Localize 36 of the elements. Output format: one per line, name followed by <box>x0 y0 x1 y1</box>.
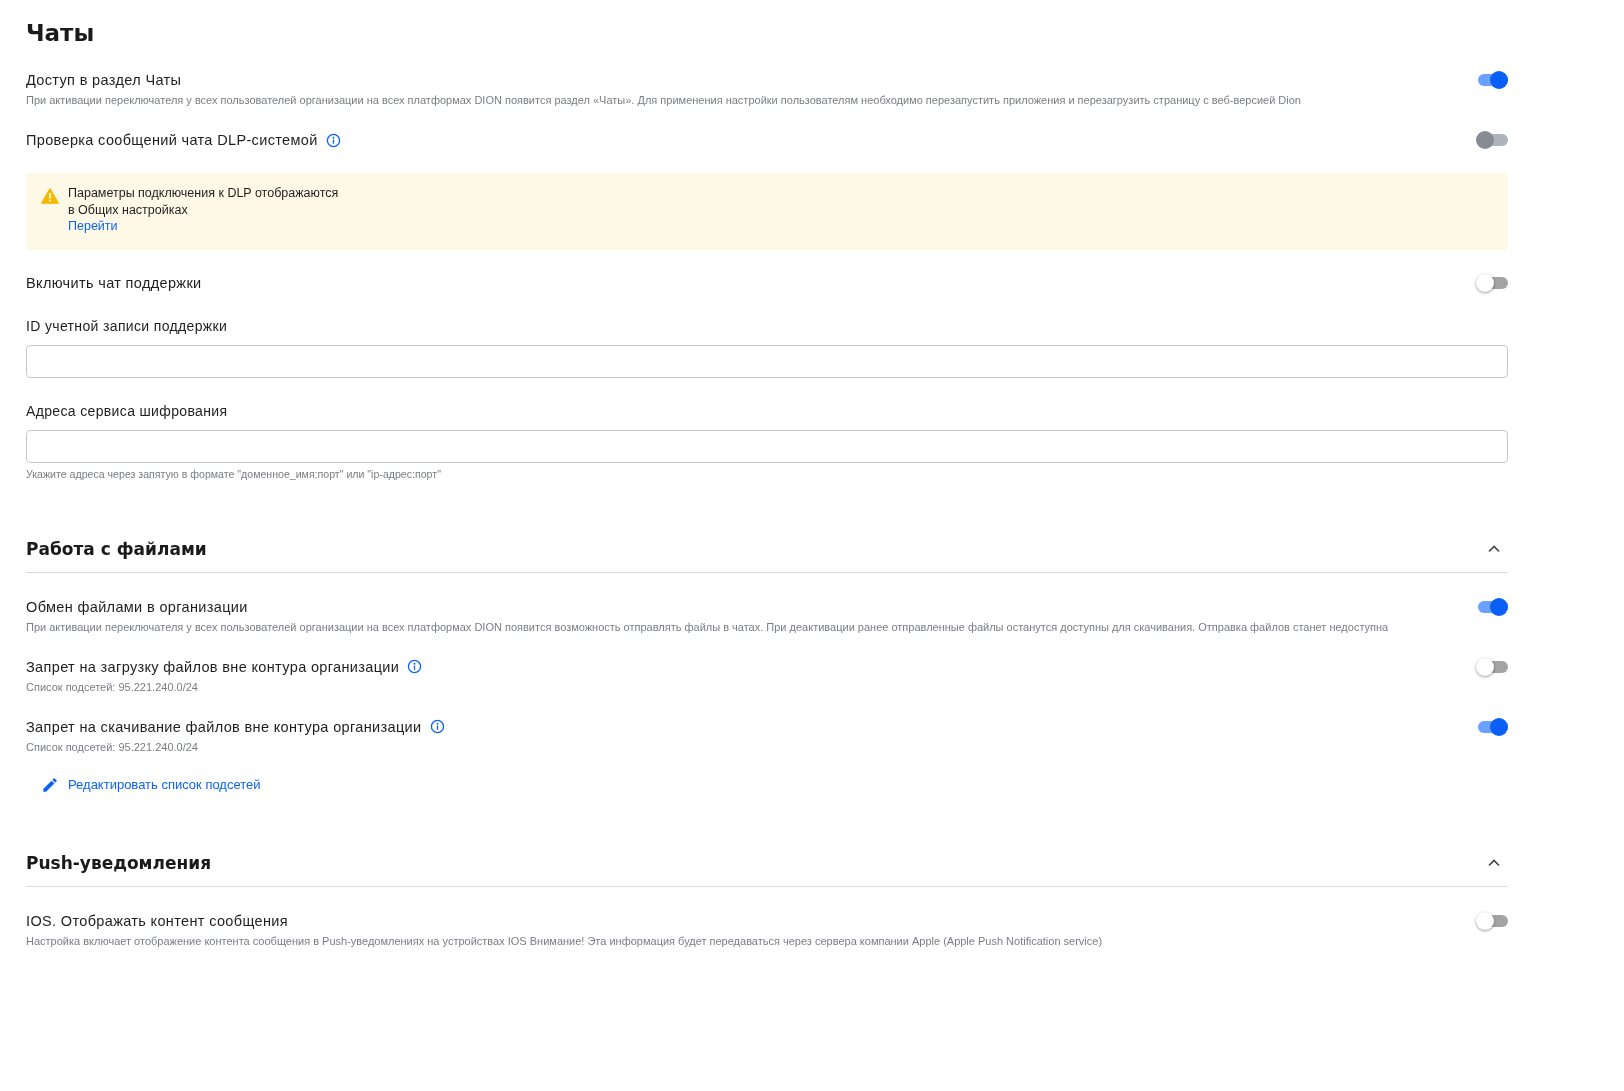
toggle-switch[interactable] <box>1476 656 1508 677</box>
setting-label: Проверка сообщений чата DLP-системой <box>26 131 318 150</box>
edit-subnets-link[interactable]: Редактировать список подсетей <box>41 774 261 795</box>
setting-description: Настройка включает отображение контента сообщения в Push-уведомлениях на устройствах IOS Внимание! Эта информация будет передаваться через сервера компании Apple (Apple Push Notification service) <box>26 933 1104 948</box>
page-title: Чаты <box>26 19 95 48</box>
warning-text: Параметры подключения к DLP отображаются <box>68 185 339 202</box>
field-hint: Укажите адреса через запятую в формате "доменное_имя:порт" или "ip-адрес:порт" <box>26 466 441 481</box>
setting-label: Запрет на загрузку файлов вне контура организации <box>26 657 400 677</box>
setting-description: При активации переключателя у всех пользователей организации на всех платформах DION появится возможность отправлять файлы в чатах. При деактивации ранее отправленные файлы останутся доступны для скачивания. Отправка файлов станет недоступна <box>26 619 1390 634</box>
section-title: Push-уведомления <box>26 851 212 875</box>
setting-label: IOS. Отображать контент сообщения <box>26 911 288 931</box>
info-icon[interactable] <box>407 659 423 674</box>
toggle-switch[interactable] <box>1476 272 1508 293</box>
input-field[interactable] <box>26 344 1508 378</box>
go-link[interactable]: Перейти <box>68 218 118 235</box>
setting-label: Запрет на скачивание файлов вне контура организации <box>26 717 422 737</box>
pencil-icon <box>41 775 59 794</box>
warning-text: в Общих настройках <box>68 201 189 218</box>
setting-label: Включить чат поддержки <box>26 273 202 293</box>
info-icon[interactable] <box>429 719 445 734</box>
toggle-switch[interactable] <box>1476 596 1508 617</box>
field-label: ID учетной записи поддержки <box>26 316 228 336</box>
chevron-icon[interactable] <box>1488 544 1500 553</box>
subnet-list-text: Список подсетей: 95.221.240.0/24 <box>26 679 199 694</box>
setting-description: При активации переключателя у всех пользователей организации на всех платформах DION появится раздел «Чаты». Для применения настройки пользователям необходимо перезапустить приложения и перезагрузить страницу с веб-версией Dion <box>26 93 1302 107</box>
toggle-switch[interactable] <box>1476 70 1508 90</box>
chevron-icon[interactable] <box>1488 858 1500 867</box>
toggle-switch[interactable] <box>1476 716 1508 737</box>
setting-label: Доступ в раздел Чаты <box>26 71 182 90</box>
input-field[interactable] <box>26 429 1508 463</box>
field-label: Адреса сервиса шифрования <box>26 401 228 421</box>
toggle-switch[interactable] <box>1476 910 1508 931</box>
warning-icon <box>41 188 59 204</box>
section-title: Работа с файлами <box>26 537 207 561</box>
subnet-list-text: Список подсетей: 95.221.240.0/24 <box>26 739 199 754</box>
setting-label: Обмен файлами в организации <box>26 597 248 617</box>
